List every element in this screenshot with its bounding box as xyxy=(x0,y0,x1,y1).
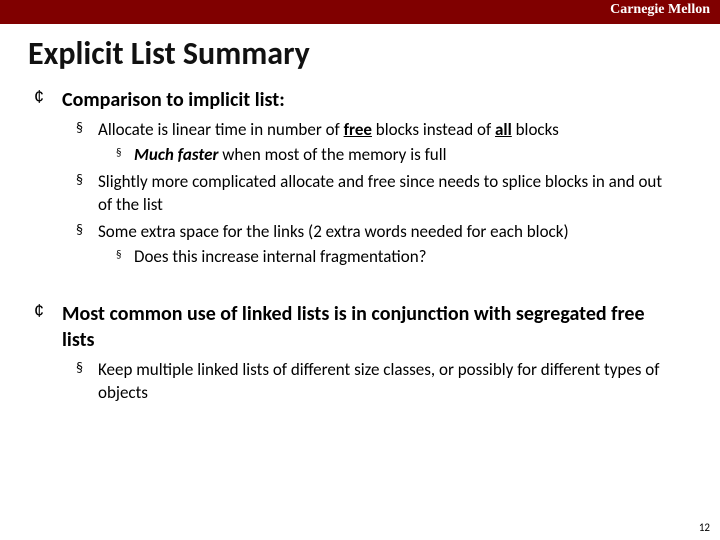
text-fragment: when most of the memory is full xyxy=(218,144,446,165)
page-number: 12 xyxy=(699,521,710,534)
bullet-mostcommon: Most common use of linked lists is in co… xyxy=(34,301,680,405)
slide-body: Comparison to implicit list: Allocate is… xyxy=(34,87,680,405)
slide-title: Explicit List Summary xyxy=(28,34,720,73)
text-muchfaster: Much faster xyxy=(134,144,218,165)
header-bar: Carnegie Mellon xyxy=(0,0,720,24)
sub-bullet-complicated: Slightly more complicated allocate and f… xyxy=(76,171,680,217)
bullet-label: Most common use of linked lists is in co… xyxy=(62,301,680,353)
subsub-bullet-frag: Does this increase internal fragmentatio… xyxy=(116,246,680,269)
sub-bullet-extraspace: Some extra space for the links (2 extra … xyxy=(76,221,680,269)
text-fragment: blocks instead of xyxy=(372,119,495,140)
text-fragment: Some extra space for the links (2 extra … xyxy=(98,221,569,242)
text-fragment: Allocate is linear time in number of xyxy=(98,119,344,140)
bullet-label: Comparison to implicit list: xyxy=(62,87,680,113)
text-fragment: blocks xyxy=(512,119,559,140)
sub-bullet-allocate: Allocate is linear time in number of fre… xyxy=(76,119,680,167)
brand-text: Carnegie Mellon xyxy=(610,2,710,18)
text-all: all xyxy=(495,119,512,140)
text-free: free xyxy=(344,119,372,140)
subsub-bullet-faster: Much faster when most of the memory is f… xyxy=(116,144,680,167)
sub-bullet-keepmultiple: Keep multiple linked lists of different … xyxy=(76,359,680,405)
bullet-comparison: Comparison to implicit list: Allocate is… xyxy=(34,87,680,269)
